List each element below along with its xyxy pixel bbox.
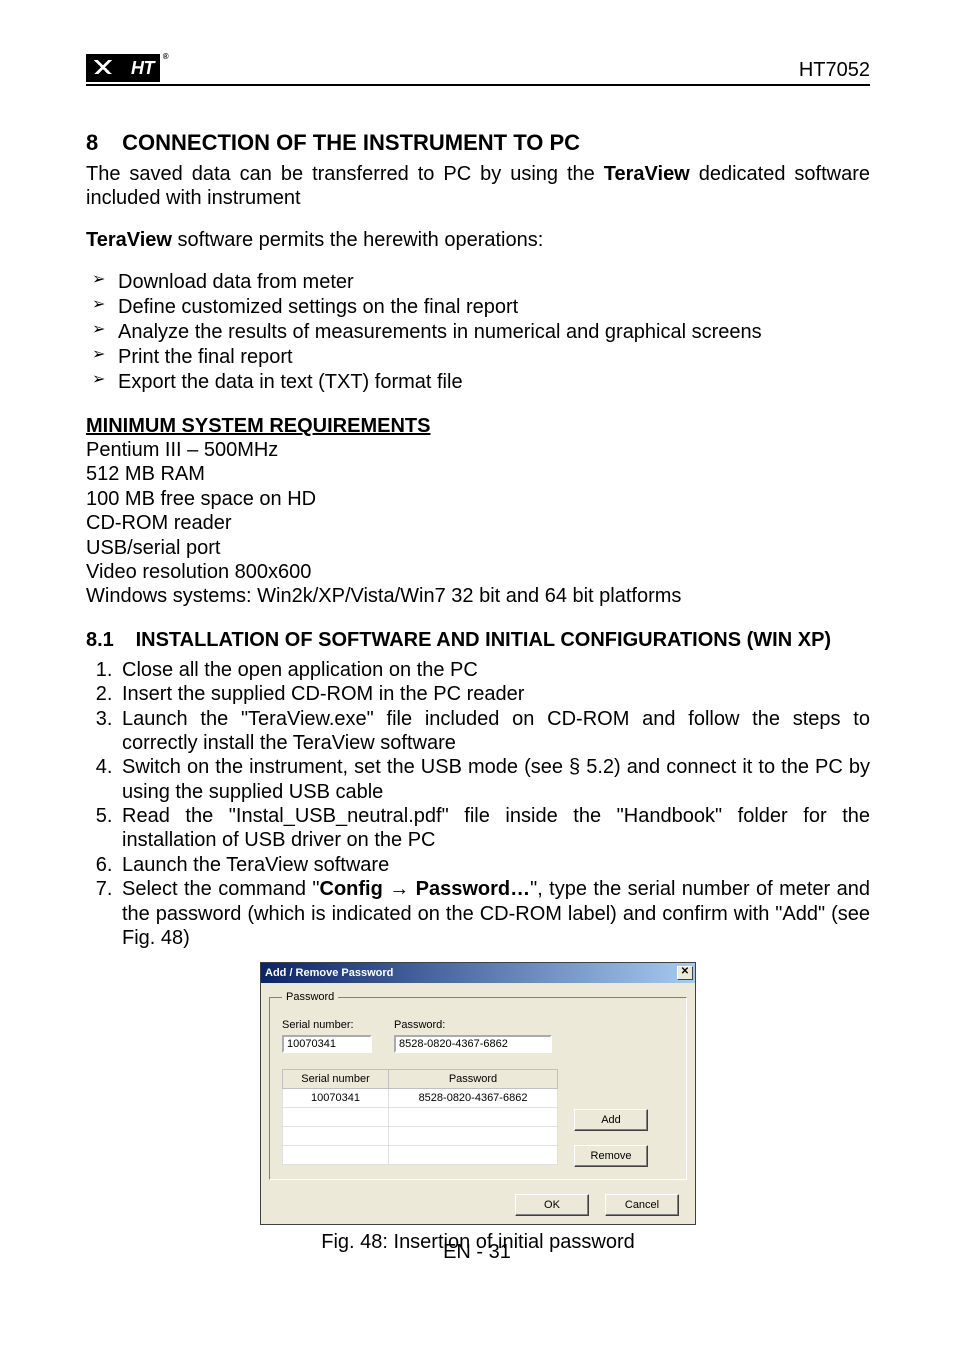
password-table[interactable]: Serial number Password 10070341 8528-082…	[282, 1069, 558, 1165]
list-item: Download data from meter	[86, 270, 870, 295]
req-line: CD-ROM reader	[86, 511, 870, 535]
password-groupbox: Password Serial number: Password:	[269, 991, 687, 1180]
page-footer: EN - 31	[0, 1241, 954, 1264]
section-heading-text: CONNECTION OF THE INSTRUMENT TO PC	[122, 130, 580, 155]
step-item: Switch on the instrument, set the USB mo…	[118, 755, 870, 804]
table-row[interactable]: 10070341 8528-0820-4367-6862	[283, 1089, 558, 1108]
serial-number-label: Serial number:	[282, 1019, 372, 1031]
step-item: Launch the TeraView software	[118, 853, 870, 877]
install-steps: Close all the open application on the PC…	[86, 658, 870, 951]
subsection-heading-text: INSTALLATION OF SOFTWARE AND INITIAL CON…	[136, 629, 832, 651]
req-line: Pentium III – 500MHz	[86, 438, 870, 462]
step-item: Read the "Instal_USB_neutral.pdf" file i…	[118, 804, 870, 853]
section-title: 8 CONNECTION OF THE INSTRUMENT TO PC	[86, 130, 870, 156]
min-req-heading: MINIMUM SYSTEM REQUIREMENTS	[86, 415, 870, 438]
section-number: 8	[86, 130, 116, 156]
req-line: Windows systems: Win2k/XP/Vista/Win7 32 …	[86, 584, 870, 608]
table-row[interactable]	[283, 1127, 558, 1146]
add-button[interactable]: Add	[574, 1109, 648, 1131]
subsection-title: 8.1 INSTALLATION OF SOFTWARE AND INITIAL…	[86, 629, 870, 652]
feature-list: Download data from meter Define customiz…	[86, 270, 870, 395]
table-row[interactable]	[283, 1146, 558, 1165]
model-label: HT7052	[799, 59, 870, 82]
col-password: Password	[389, 1070, 558, 1089]
intro-para-2: TeraView software permits the herewith o…	[86, 228, 870, 252]
cancel-button[interactable]: Cancel	[605, 1194, 679, 1216]
logo: HT ®	[86, 54, 160, 82]
password-dialog: Add / Remove Password ✕ Password Serial …	[260, 962, 696, 1225]
page-header: HT ® HT7052	[86, 54, 870, 86]
dialog-title: Add / Remove Password	[265, 967, 393, 979]
req-line: 100 MB free space on HD	[86, 487, 870, 511]
cell-serial: 10070341	[283, 1089, 389, 1108]
min-req-list: Pentium III – 500MHz 512 MB RAM 100 MB f…	[86, 438, 870, 609]
step-item: Select the command "Config → Password…",…	[118, 877, 870, 950]
password-input[interactable]	[394, 1035, 552, 1053]
serial-number-input[interactable]	[282, 1035, 372, 1053]
list-item: Analyze the results of measurements in n…	[86, 320, 870, 345]
logo-text: HT	[131, 58, 154, 79]
subsection-number: 8.1	[86, 629, 130, 652]
req-line: Video resolution 800x600	[86, 560, 870, 584]
list-item: Print the final report	[86, 345, 870, 370]
list-item: Define customized settings on the final …	[86, 295, 870, 320]
req-line: 512 MB RAM	[86, 462, 870, 486]
dialog-titlebar[interactable]: Add / Remove Password ✕	[261, 963, 695, 983]
step-item: Close all the open application on the PC	[118, 658, 870, 682]
remove-button[interactable]: Remove	[574, 1145, 648, 1167]
close-icon[interactable]: ✕	[677, 966, 693, 980]
table-row[interactable]	[283, 1108, 558, 1127]
step-item: Launch the "TeraView.exe" file included …	[118, 707, 870, 756]
ok-button[interactable]: OK	[515, 1194, 589, 1216]
req-line: USB/serial port	[86, 536, 870, 560]
figure-48: Add / Remove Password ✕ Password Serial …	[86, 962, 870, 1254]
list-item: Export the data in text (TXT) format fil…	[86, 370, 870, 395]
password-label: Password:	[394, 1019, 552, 1031]
registered-mark: ®	[163, 52, 168, 61]
col-serial: Serial number	[283, 1070, 389, 1089]
step-item: Insert the supplied CD-ROM in the PC rea…	[118, 682, 870, 706]
groupbox-label: Password	[282, 991, 338, 1003]
intro-para-1: The saved data can be transferred to PC …	[86, 162, 870, 210]
cell-password: 8528-0820-4367-6862	[389, 1089, 558, 1108]
